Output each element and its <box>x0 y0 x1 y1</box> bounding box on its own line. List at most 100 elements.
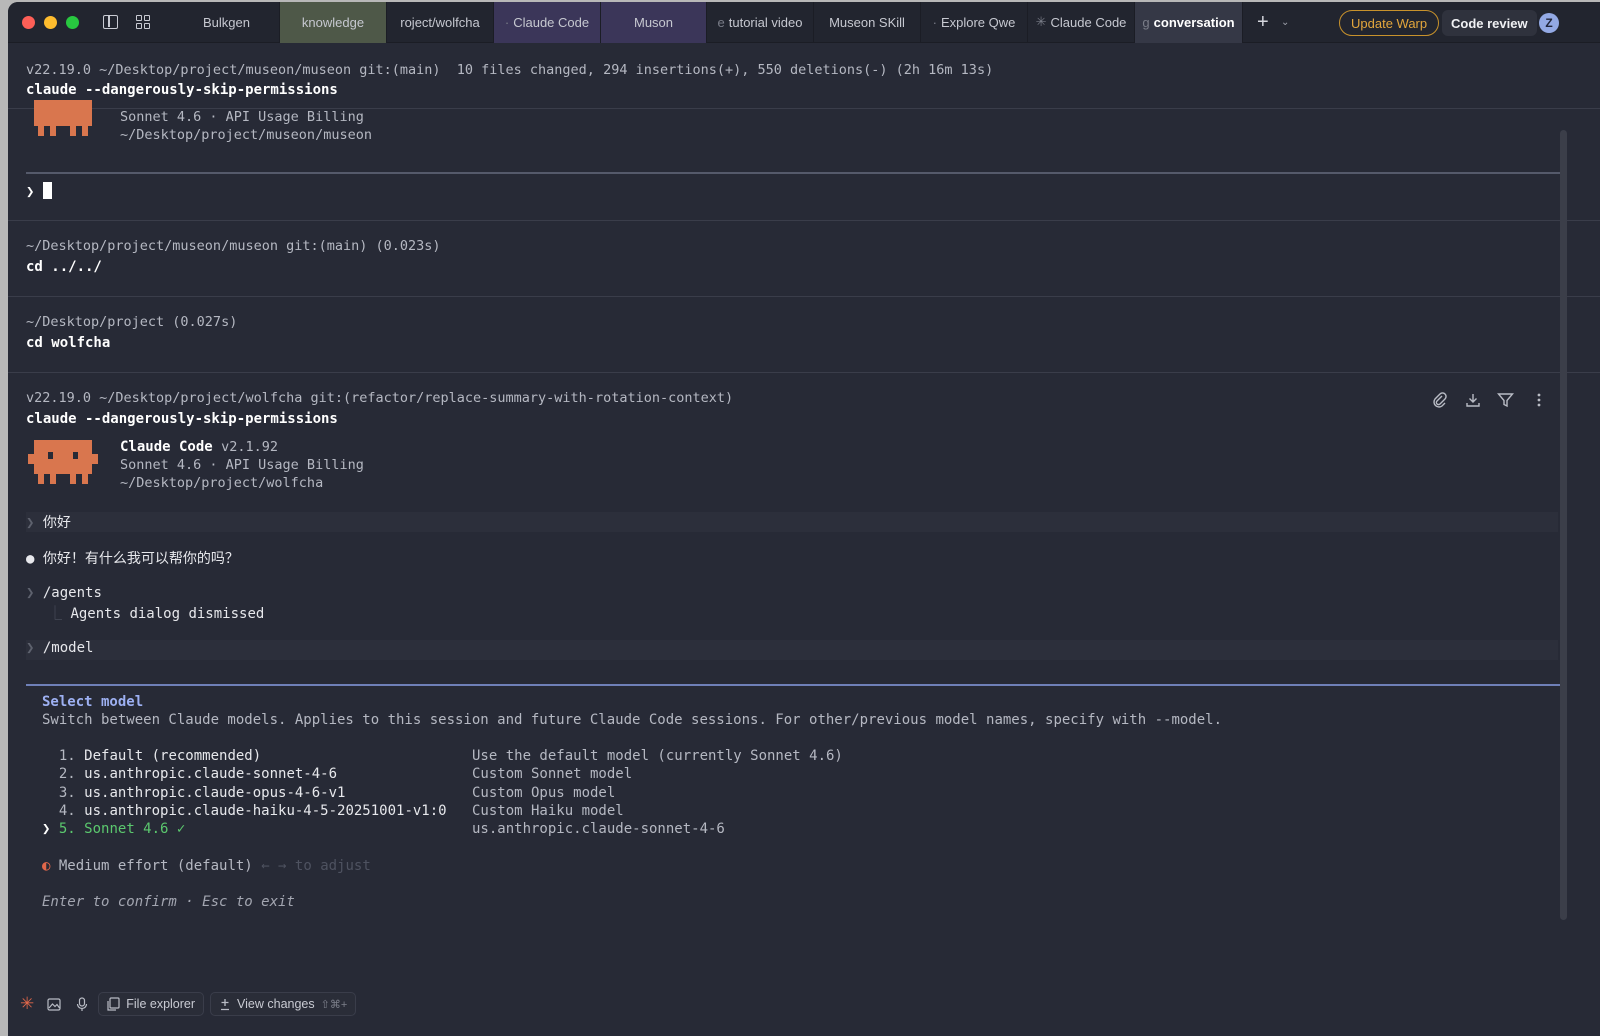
user-message: ❯ 你好 <box>26 515 71 531</box>
tab-label: Muson <box>633 14 674 30</box>
tab-label: Claude Code <box>1050 14 1127 30</box>
tab-prefix: e <box>717 14 725 30</box>
block-meta: ~/Desktop/project (0.027s) <box>26 314 238 330</box>
block-command: claude --dangerously-skip-permissions <box>26 411 338 427</box>
claude-spark-icon[interactable]: ✳ <box>20 994 34 1014</box>
option-name: us.anthropic.claude-sonnet-4-6 <box>84 766 338 783</box>
user-message: ❯ /model <box>26 640 94 656</box>
tab-label: knowledge <box>301 14 365 30</box>
tab-prefix: g <box>1142 14 1150 30</box>
file-explorer-button[interactable]: File explorer <box>98 992 205 1016</box>
tab-9[interactable]: g conversation <box>1135 2 1243 43</box>
bullet-icon: ● <box>26 551 35 567</box>
text-cursor <box>42 182 52 199</box>
claude-mascot-icon <box>28 440 98 488</box>
block-command: cd ../../ <box>26 259 102 275</box>
tab-4[interactable]: Muson <box>601 2 707 43</box>
dialog-footer: Enter to confirm · Esc to exit <box>42 894 295 910</box>
image-icon[interactable] <box>42 992 66 1016</box>
claude-mascot-icon <box>28 100 98 136</box>
block-meta: v22.19.0 ~/Desktop/project/museon/museon… <box>26 62 994 78</box>
tab-label: Claude Code <box>513 14 590 30</box>
attach-icon[interactable] <box>1430 390 1449 409</box>
input-prompt[interactable]: ❯ <box>26 182 52 200</box>
tab-6[interactable]: Museon SKill <box>814 2 921 43</box>
effort-hint: ← → to adjust <box>261 858 371 874</box>
tab-2[interactable]: roject/wolfcha <box>387 2 494 43</box>
zoom-window-button[interactable] <box>66 15 79 29</box>
option-number: 2. <box>58 766 76 783</box>
minimize-window-button[interactable] <box>44 15 57 29</box>
tab-label: conversation <box>1153 14 1235 30</box>
app-version: v2.1.92 <box>221 439 279 455</box>
cwd-info: ~/Desktop/project/museon/museon <box>120 127 372 143</box>
tab-label: Bulkgen <box>203 14 250 30</box>
tab-label: tutorial video <box>728 14 803 30</box>
option-description: Use the default model (currently Sonnet … <box>472 748 843 764</box>
dialog-title: Select model <box>42 694 144 710</box>
tab-0[interactable]: Bulkgen <box>174 2 280 43</box>
download-icon[interactable] <box>1463 390 1482 409</box>
avatar[interactable]: Z <box>1539 13 1559 33</box>
update-warp-button[interactable]: Update Warp <box>1339 10 1440 36</box>
option-number: 1. <box>58 748 76 764</box>
filter-icon[interactable] <box>1496 390 1515 409</box>
selected-chevron-icon: ❯ <box>42 821 51 838</box>
new-tab-button[interactable]: + <box>1257 11 1271 34</box>
block-meta: ~/Desktop/project/museon/museon git:(mai… <box>26 238 441 254</box>
chevron-down-icon[interactable]: ⌄ <box>1281 17 1289 28</box>
tab-list: Bulkgen knowledge roject/wolfcha · Claude Co… <box>174 2 1243 43</box>
tab-prefix: · <box>932 14 937 30</box>
cwd-info: ~/Desktop/project/wolfcha <box>120 475 324 491</box>
block-actions <box>1430 390 1548 409</box>
scrollbar[interactable] <box>1560 130 1567 920</box>
warp-window: Bulkgen knowledge roject/wolfcha · Claude Co… <box>8 2 1600 1036</box>
option-description: Custom Sonnet model <box>472 766 633 783</box>
option-name: Sonnet 4.6 ✓ <box>84 821 186 838</box>
option-name: us.anthropic.claude-opus-4-6-v1 <box>84 784 346 801</box>
option-description: us.anthropic.claude-sonnet-4-6 <box>472 821 725 838</box>
tree-branch-icon: ⎿ <box>48 606 62 622</box>
model-info: Sonnet 4.6 · API Usage Billing <box>120 457 364 473</box>
window-controls <box>22 15 79 29</box>
tab-label: Museon SKill <box>829 14 905 30</box>
option-description: Custom Opus model <box>472 784 616 801</box>
block-meta: v22.19.0 ~/Desktop/project/wolfcha git:(… <box>26 390 734 406</box>
diff-icon <box>221 998 230 1010</box>
assistant-reply: ● 你好！有什么我可以帮你的吗？ <box>26 551 239 567</box>
effort-selector[interactable]: ◐ Medium effort (default) ← → to adjust <box>42 858 371 874</box>
option-number: 5. <box>58 821 76 838</box>
effort-icon: ◐ <box>42 858 51 874</box>
tab-prefix: ✳ <box>1035 14 1047 29</box>
app-name: Claude Code <box>120 439 213 455</box>
code-review-button[interactable]: Code review <box>1442 10 1537 36</box>
user-message: ❯ /agents <box>26 585 102 601</box>
block-command: cd wolfcha <box>26 335 111 351</box>
user-message-row <box>26 512 1558 532</box>
view-changes-button[interactable]: View changes ⇧⌘+ <box>210 992 357 1016</box>
microphone-icon[interactable] <box>70 992 94 1016</box>
model-info: Sonnet 4.6 · API Usage Billing <box>120 109 364 125</box>
option-number: 3. <box>58 784 76 801</box>
tab-8[interactable]: ✳ Claude Code <box>1028 2 1135 43</box>
app-header: Claude Code v2.1.92 <box>120 439 278 455</box>
option-description: Custom Haiku model <box>472 802 624 819</box>
tool-result: ⎿ Agents dialog dismissed <box>48 606 265 622</box>
dialog-subtitle: Switch between Claude models. Applies to… <box>42 712 1223 728</box>
shortcut-hint: ⇧⌘+ <box>320 998 348 1011</box>
tab-1[interactable]: knowledge <box>280 2 387 43</box>
tab-grid-icon[interactable] <box>136 15 150 29</box>
tab-prefix: · <box>504 14 510 30</box>
close-window-button[interactable] <box>22 15 35 29</box>
toggle-sidebar-icon[interactable] <box>103 15 118 29</box>
tab-3[interactable]: · Claude Code <box>494 2 601 43</box>
option-name: us.anthropic.claude-haiku-4-5-20251001-v… <box>84 802 447 819</box>
bottom-bar: ✳ File explorer View changes ⇧⌘+ <box>8 990 1600 1018</box>
option-number: 4. <box>58 802 76 819</box>
tab-7[interactable]: · Explore Qwe <box>921 2 1028 43</box>
more-options-icon[interactable] <box>1529 390 1548 409</box>
file-icon <box>107 997 120 1011</box>
user-message-row <box>26 640 1558 660</box>
tab-label: roject/wolfcha <box>400 14 480 30</box>
tab-5[interactable]: e tutorial video <box>707 2 814 43</box>
